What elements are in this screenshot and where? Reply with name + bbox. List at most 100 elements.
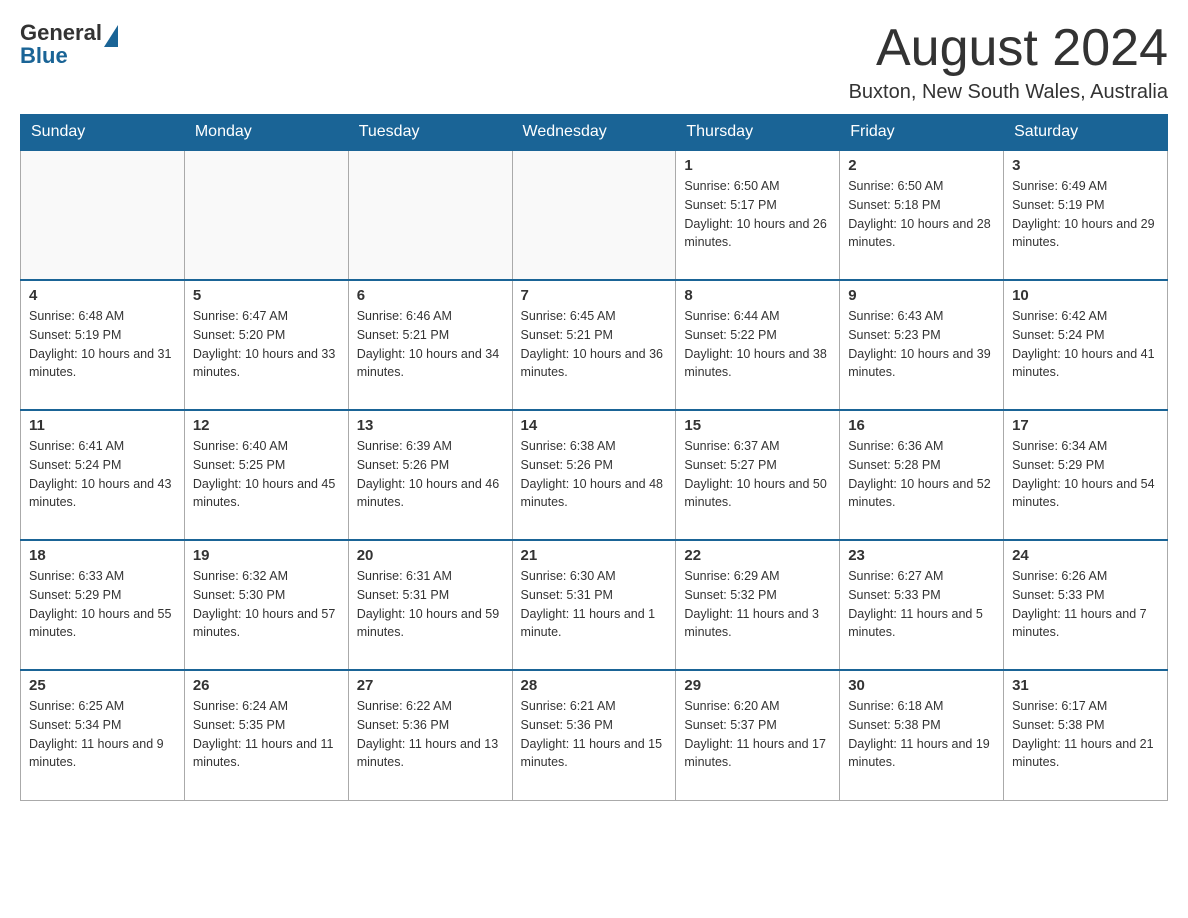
- calendar-cell: 10Sunrise: 6:42 AMSunset: 5:24 PMDayligh…: [1004, 280, 1168, 410]
- day-info: Sunrise: 6:47 AMSunset: 5:20 PMDaylight:…: [193, 307, 340, 382]
- day-info: Sunrise: 6:40 AMSunset: 5:25 PMDaylight:…: [193, 437, 340, 512]
- day-number: 16: [848, 417, 995, 434]
- column-header-tuesday: Tuesday: [348, 115, 512, 151]
- day-info: Sunrise: 6:44 AMSunset: 5:22 PMDaylight:…: [684, 307, 831, 382]
- week-row-1: 1Sunrise: 6:50 AMSunset: 5:17 PMDaylight…: [21, 150, 1168, 280]
- calendar-cell: 4 Sunrise: 6:48 AMSunset: 5:19 PMDaylight…: [21, 280, 185, 410]
- calendar-cell: 2 Sunrise: 6:50 AMSunset: 5:18 PMDaylight…: [840, 150, 1004, 280]
- page-header: General Blue August 2024 Buxton, New Sou…: [20, 20, 1168, 104]
- day-info: Sunrise: 6:20 AMSunset: 5:37 PMDaylight:…: [684, 697, 831, 772]
- day-info: Sunrise: 6:31 AMSunset: 5:31 PMDaylight:…: [357, 567, 504, 642]
- calendar-cell: 16 Sunrise: 6:36 AMSunset: 5:28 PMDayligh…: [840, 410, 1004, 540]
- week-row-3: 11 Sunrise: 6:41 AMSunset: 5:24 PMDayligh…: [21, 410, 1168, 540]
- day-number: 1: [684, 157, 831, 174]
- calendar-cell: 22Sunrise: 6:29 AMSunset: 5:32 PMDayligh…: [676, 540, 840, 670]
- day-info: Sunrise: 6:46 AMSunset: 5:21 PMDaylight:…: [357, 307, 504, 382]
- logo-text-block: General Blue: [20, 20, 118, 69]
- calendar-header-row: SundayMondayTuesdayWednesdayThursdayFrid…: [21, 115, 1168, 151]
- column-header-saturday: Saturday: [1004, 115, 1168, 151]
- week-row-4: 18 Sunrise: 6:33 AMSunset: 5:29 PMDayligh…: [21, 540, 1168, 670]
- day-number: 18: [29, 547, 176, 564]
- day-number: 27: [357, 677, 504, 694]
- day-number: 6: [357, 287, 504, 304]
- day-info: Sunrise: 6:43 AMSunset: 5:23 PMDaylight:…: [848, 307, 995, 382]
- calendar-cell: 25 Sunrise: 6:25 AMSunset: 5:34 PMDayligh…: [21, 670, 185, 800]
- day-info: Sunrise: 6:30 AMSunset: 5:31 PMDaylight:…: [521, 567, 668, 642]
- calendar-cell: 18 Sunrise: 6:33 AMSunset: 5:29 PMDayligh…: [21, 540, 185, 670]
- day-number: 14: [521, 417, 668, 434]
- logo-general-text: General: [20, 20, 102, 45]
- week-row-5: 25 Sunrise: 6:25 AMSunset: 5:34 PMDayligh…: [21, 670, 1168, 800]
- calendar-cell: 19 Sunrise: 6:32 AMSunset: 5:30 PMDayligh…: [184, 540, 348, 670]
- column-header-wednesday: Wednesday: [512, 115, 676, 151]
- calendar-cell: 11 Sunrise: 6:41 AMSunset: 5:24 PMDayligh…: [21, 410, 185, 540]
- day-number: 7: [521, 287, 668, 304]
- calendar-cell: 1Sunrise: 6:50 AMSunset: 5:17 PMDaylight…: [676, 150, 840, 280]
- day-info: Sunrise: 6:21 AMSunset: 5:36 PMDaylight:…: [521, 697, 668, 772]
- calendar-cell: [512, 150, 676, 280]
- calendar-cell: 5 Sunrise: 6:47 AMSunset: 5:20 PMDaylight…: [184, 280, 348, 410]
- calendar-cell: 7Sunrise: 6:45 AMSunset: 5:21 PMDaylight…: [512, 280, 676, 410]
- day-info: Sunrise: 6:38 AMSunset: 5:26 PMDaylight:…: [521, 437, 668, 512]
- day-number: 11: [29, 417, 176, 434]
- calendar-cell: 29 Sunrise: 6:20 AMSunset: 5:37 PMDayligh…: [676, 670, 840, 800]
- calendar-cell: 28Sunrise: 6:21 AMSunset: 5:36 PMDayligh…: [512, 670, 676, 800]
- day-info: Sunrise: 6:18 AMSunset: 5:38 PMDaylight:…: [848, 697, 995, 772]
- day-info: Sunrise: 6:50 AMSunset: 5:18 PMDaylight:…: [848, 177, 995, 252]
- column-header-monday: Monday: [184, 115, 348, 151]
- calendar-cell: 23 Sunrise: 6:27 AMSunset: 5:33 PMDayligh…: [840, 540, 1004, 670]
- calendar-cell: 30Sunrise: 6:18 AMSunset: 5:38 PMDayligh…: [840, 670, 1004, 800]
- day-info: Sunrise: 6:27 AMSunset: 5:33 PMDaylight:…: [848, 567, 995, 642]
- day-info: Sunrise: 6:36 AMSunset: 5:28 PMDaylight:…: [848, 437, 995, 512]
- calendar-cell: 6 Sunrise: 6:46 AMSunset: 5:21 PMDaylight…: [348, 280, 512, 410]
- day-number: 19: [193, 547, 340, 564]
- calendar-cell: 20 Sunrise: 6:31 AMSunset: 5:31 PMDayligh…: [348, 540, 512, 670]
- calendar-cell: 27 Sunrise: 6:22 AMSunset: 5:36 PMDayligh…: [348, 670, 512, 800]
- day-number: 5: [193, 287, 340, 304]
- day-info: Sunrise: 6:24 AMSunset: 5:35 PMDaylight:…: [193, 697, 340, 772]
- day-info: Sunrise: 6:41 AMSunset: 5:24 PMDaylight:…: [29, 437, 176, 512]
- day-number: 4: [29, 287, 176, 304]
- day-info: Sunrise: 6:39 AMSunset: 5:26 PMDaylight:…: [357, 437, 504, 512]
- day-info: Sunrise: 6:48 AMSunset: 5:19 PMDaylight:…: [29, 307, 176, 382]
- day-info: Sunrise: 6:17 AMSunset: 5:38 PMDaylight:…: [1012, 697, 1159, 772]
- day-number: 3: [1012, 157, 1159, 174]
- calendar-cell: 15Sunrise: 6:37 AMSunset: 5:27 PMDayligh…: [676, 410, 840, 540]
- day-number: 26: [193, 677, 340, 694]
- calendar-cell: 17 Sunrise: 6:34 AMSunset: 5:29 PMDayligh…: [1004, 410, 1168, 540]
- month-year-title: August 2024: [849, 20, 1168, 77]
- day-number: 17: [1012, 417, 1159, 434]
- logo-triangle-icon: [104, 25, 118, 47]
- calendar-cell: 14 Sunrise: 6:38 AMSunset: 5:26 PMDayligh…: [512, 410, 676, 540]
- day-info: Sunrise: 6:25 AMSunset: 5:34 PMDaylight:…: [29, 697, 176, 772]
- day-number: 23: [848, 547, 995, 564]
- day-info: Sunrise: 6:34 AMSunset: 5:29 PMDaylight:…: [1012, 437, 1159, 512]
- calendar-cell: 31 Sunrise: 6:17 AMSunset: 5:38 PMDayligh…: [1004, 670, 1168, 800]
- calendar-cell: 8Sunrise: 6:44 AMSunset: 5:22 PMDaylight…: [676, 280, 840, 410]
- column-header-sunday: Sunday: [21, 115, 185, 151]
- day-info: Sunrise: 6:42 AMSunset: 5:24 PMDaylight:…: [1012, 307, 1159, 382]
- day-number: 21: [521, 547, 668, 564]
- day-info: Sunrise: 6:32 AMSunset: 5:30 PMDaylight:…: [193, 567, 340, 642]
- day-number: 24: [1012, 547, 1159, 564]
- day-number: 25: [29, 677, 176, 694]
- day-number: 31: [1012, 677, 1159, 694]
- day-info: Sunrise: 6:33 AMSunset: 5:29 PMDaylight:…: [29, 567, 176, 642]
- calendar-cell: 21 Sunrise: 6:30 AMSunset: 5:31 PMDayligh…: [512, 540, 676, 670]
- day-info: Sunrise: 6:22 AMSunset: 5:36 PMDaylight:…: [357, 697, 504, 772]
- location-subtitle: Buxton, New South Wales, Australia: [849, 81, 1168, 104]
- calendar-cell: 24 Sunrise: 6:26 AMSunset: 5:33 PMDayligh…: [1004, 540, 1168, 670]
- day-number: 29: [684, 677, 831, 694]
- day-info: Sunrise: 6:26 AMSunset: 5:33 PMDaylight:…: [1012, 567, 1159, 642]
- week-row-2: 4 Sunrise: 6:48 AMSunset: 5:19 PMDaylight…: [21, 280, 1168, 410]
- calendar-cell: 13 Sunrise: 6:39 AMSunset: 5:26 PMDayligh…: [348, 410, 512, 540]
- calendar-cell: 9 Sunrise: 6:43 AMSunset: 5:23 PMDaylight…: [840, 280, 1004, 410]
- day-info: Sunrise: 6:29 AMSunset: 5:32 PMDaylight:…: [684, 567, 831, 642]
- day-number: 12: [193, 417, 340, 434]
- day-number: 20: [357, 547, 504, 564]
- day-number: 9: [848, 287, 995, 304]
- day-number: 2: [848, 157, 995, 174]
- calendar-cell: [184, 150, 348, 280]
- calendar-cell: [348, 150, 512, 280]
- day-number: 13: [357, 417, 504, 434]
